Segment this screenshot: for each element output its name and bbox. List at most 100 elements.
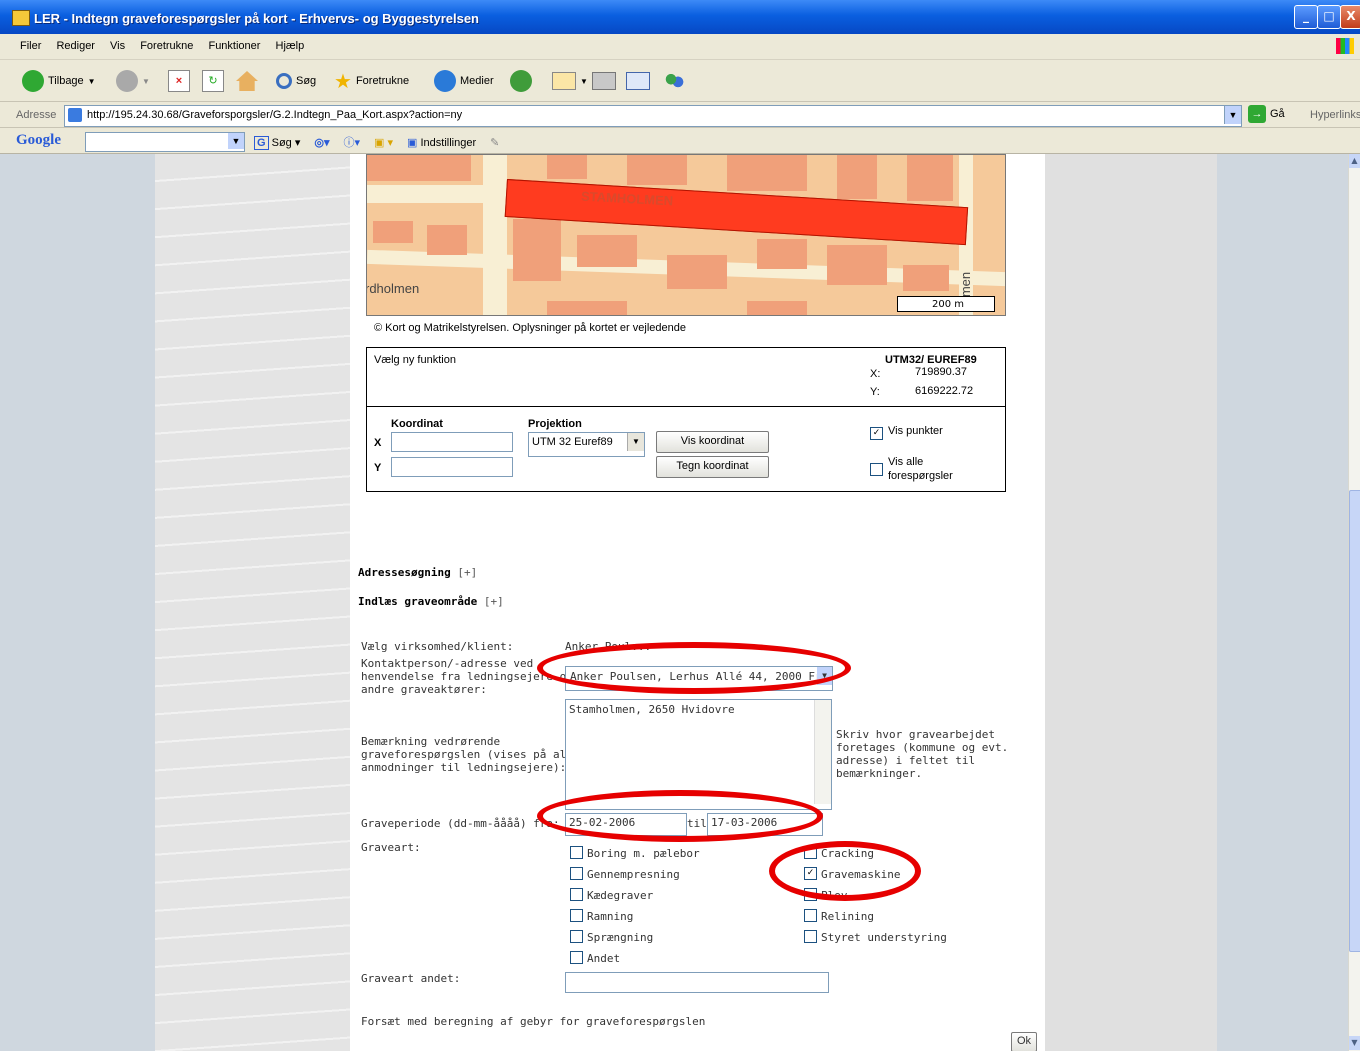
vis-punkter-checkbox[interactable]: ✓ [870,427,883,440]
graveart-andet-input[interactable] [565,972,829,993]
styret-checkbox[interactable] [804,930,817,943]
menu-foretrukne[interactable]: Foretrukne [140,40,193,52]
bemaerkning-label-2: graveforespørgslen (vises på alle [361,748,580,761]
google-logo[interactable]: Google [16,132,61,149]
back-button[interactable]: Tilbage ▼ [22,68,96,94]
media-button[interactable]: Medier [434,68,494,94]
menu-vis[interactable]: Vis [110,40,125,52]
y-readout-value: 6169222.72 [915,385,974,397]
map-view[interactable]: STAMHOLMEN rdholmen men 200 m [366,154,1006,316]
info-icon[interactable]: ⓘ▾ [344,134,361,150]
stop-button[interactable]: × [168,68,190,94]
kaedegraver-label: Kædegraver [587,889,654,902]
street-label-left: rdholmen [366,281,420,296]
continue-text: Forsæt med beregning af gebyr for gravef… [361,1015,706,1028]
indlaes-toggle[interactable]: Indlæs graveområde [+] [358,595,504,608]
google-logo-text: Google [16,132,61,148]
building [627,155,687,185]
andet-checkbox[interactable] [570,951,583,964]
tegn-koordinat-button[interactable]: Tegn koordinat [656,456,769,478]
projection-select[interactable]: UTM 32 Euref89 ▼ [528,432,645,457]
go-button[interactable]: → Gå [1248,105,1285,123]
spraengning-checkbox[interactable] [570,930,583,943]
messenger-button[interactable] [664,68,684,94]
search-label: Søg [296,75,317,87]
settings-button[interactable]: ▣ Indstillinger [407,136,476,149]
page-scrollbar[interactable]: ▲ ▼ [1348,154,1360,1051]
address-label: Adresse [16,109,57,121]
boring-checkbox[interactable] [570,846,583,859]
y-coordinate-input[interactable] [391,457,513,477]
mail-button[interactable]: ▼ [552,68,588,94]
address-url: http://195.24.30.68/Graveforsporgsler/G.… [87,109,463,121]
menu-hjaelp[interactable]: Hjælp [276,40,305,52]
menu-funktioner[interactable]: Funktioner [208,40,260,52]
pagerank-icon[interactable]: ◎▾ [314,136,329,149]
edit-button[interactable] [626,68,650,94]
gennempresning-label: Gennempresning [587,868,680,881]
history-button[interactable] [510,68,532,94]
address-input[interactable]: http://195.24.30.68/Graveforsporgsler/G.… [64,105,1242,127]
page-icon [68,108,82,122]
scrollbar-thumb[interactable] [1349,490,1360,952]
forward-dropdown-icon[interactable]: ▼ [142,77,150,86]
building [727,155,807,191]
back-dropdown-icon[interactable]: ▼ [88,77,96,86]
print-button[interactable] [592,68,616,94]
building [367,155,471,181]
minimize-button[interactable]: _ [1294,5,1318,29]
kaedegraver-checkbox[interactable] [570,888,583,901]
mail-dropdown-icon[interactable]: ▼ [580,77,588,86]
close-button[interactable]: X [1340,5,1360,29]
bemaerkning-text: Stamholmen, 2650 Hvidovre [569,703,735,716]
adressesoegning-expand[interactable]: [+] [457,566,477,579]
hint-3: adresse) i feltet til [836,754,976,767]
left-decoration [155,154,350,1051]
y-readout-label: Y: [870,386,880,398]
google-search-input[interactable]: ▼ [85,132,245,152]
forward-button[interactable]: ▼ [116,68,150,94]
hyperlinks-label[interactable]: Hyperlinks [1310,109,1360,121]
go-label: Gå [1270,108,1285,120]
google-dropdown-icon[interactable]: ▼ [228,133,244,149]
refresh-button[interactable]: ↻ [202,68,224,94]
scroll-up-icon[interactable]: ▲ [1349,154,1360,168]
vis-koordinat-button[interactable]: Vis koordinat [656,431,769,453]
vis-alle-label-2: forespørgsler [888,470,953,482]
settings-label: Indstillinger [420,136,477,149]
gennempresning-checkbox[interactable] [570,867,583,880]
home-button[interactable] [236,68,258,94]
highlight-icon[interactable]: ✎ [490,136,499,149]
choose-function-label[interactable]: Vælg ny funktion [374,354,456,366]
x-readout-value: 719890.37 [915,366,967,378]
relining-checkbox[interactable] [804,909,817,922]
vis-alle-checkbox[interactable] [870,463,883,476]
kontakt-label-1: Kontaktperson/-adresse ved [361,657,534,670]
search-button[interactable]: Søg [276,68,316,94]
refresh-icon: ↻ [202,70,224,92]
favorites-button[interactable]: ★ Foretrukne [334,68,409,94]
menu-filer[interactable]: Filer [20,40,41,52]
x-coordinate-input[interactable] [391,432,513,452]
indlaes-label: Indlæs graveområde [358,595,478,608]
windows-logo-icon [1336,38,1354,54]
maximize-button[interactable]: □ [1317,5,1341,29]
chevron-down-icon[interactable]: ▼ [627,433,644,451]
menu-rediger[interactable]: Rediger [56,40,95,52]
ok-button[interactable]: Ok [1011,1032,1037,1051]
page-content: STAMHOLMEN rdholmen men 200 m © Kort og … [0,154,1348,1051]
highlight-oval-periode [537,790,823,842]
map-copyright: © Kort og Matrikelstyrelsen. Oplysninger… [374,322,686,334]
scroll-down-icon[interactable]: ▼ [1349,1036,1360,1050]
address-dropdown-icon[interactable]: ▼ [1224,106,1241,124]
indlaes-expand[interactable]: [+] [484,595,504,608]
window-title: LER - Indtegn graveforespørgsler på kort… [34,11,480,26]
google-search-button[interactable]: G Søg ▾ [254,135,300,150]
vis-alle-label: Vis alle [888,456,924,468]
textarea-scrollbar[interactable] [814,700,831,804]
ramning-checkbox[interactable] [570,909,583,922]
adressesoegning-toggle[interactable]: Adressesøgning [+] [358,566,477,579]
bookmark-icon[interactable]: ▣ ▾ [374,136,393,149]
settings-icon: ▣ [407,136,418,149]
building [547,155,587,179]
